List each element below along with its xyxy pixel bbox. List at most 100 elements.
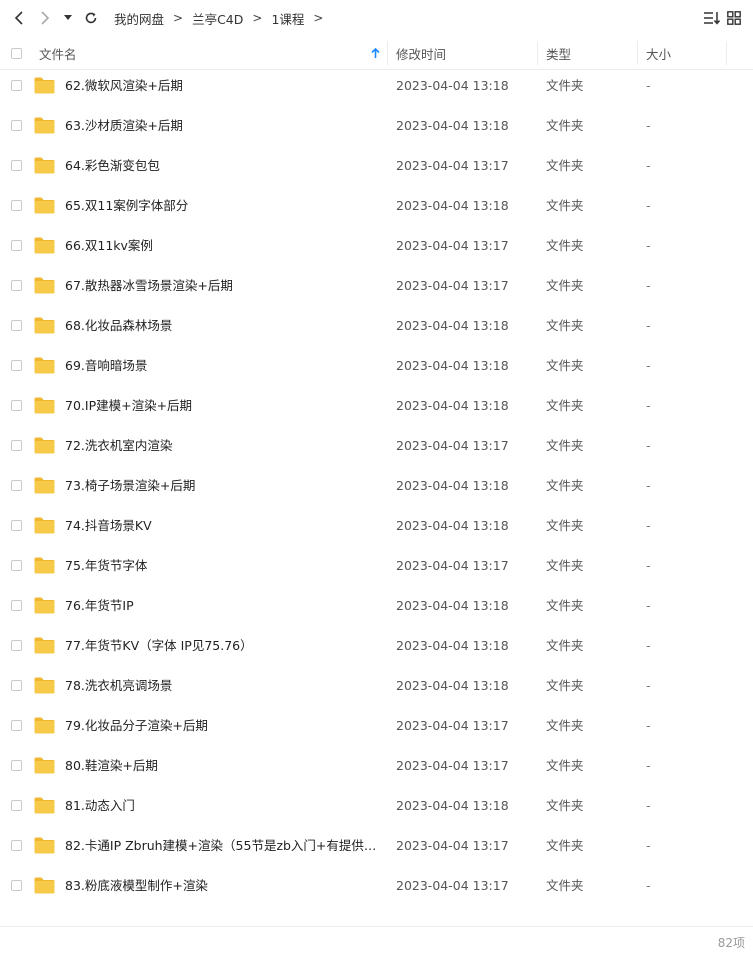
back-button[interactable]	[6, 0, 32, 36]
file-name[interactable]: 67.散热器冰雪场景渲染+后期	[65, 266, 233, 306]
file-row[interactable]: 64.彩色渐变包包 2023-04-04 13:17 文件夹 -	[0, 146, 753, 186]
file-list: 61.手机闪建模+渲染（适合基础感弱的同学） 2023-04-04 13:18 …	[0, 66, 753, 926]
column-modified-label: 修改时间	[396, 46, 447, 62]
view-grid-button[interactable]	[723, 0, 745, 36]
row-checkbox[interactable]	[11, 880, 22, 891]
folder-icon	[34, 677, 55, 694]
file-name[interactable]: 65.双11案例字体部分	[65, 186, 188, 226]
file-row[interactable]: 62.微软风渲染+后期 2023-04-04 13:18 文件夹 -	[0, 66, 753, 106]
file-row[interactable]: 83.粉底液模型制作+渲染 2023-04-04 13:17 文件夹 -	[0, 866, 753, 906]
row-checkbox[interactable]	[11, 520, 22, 531]
column-divider[interactable]	[387, 41, 388, 65]
column-divider[interactable]	[537, 41, 538, 65]
file-modified-time: 2023-04-04 13:18	[396, 678, 509, 693]
row-checkbox[interactable]	[11, 760, 22, 771]
column-type-label: 类型	[546, 46, 572, 62]
file-name[interactable]: 64.彩色渐变包包	[65, 146, 160, 186]
select-all-checkbox[interactable]	[11, 37, 22, 69]
file-row[interactable]: 68.化妆品森林场景 2023-04-04 13:18 文件夹 -	[0, 306, 753, 346]
file-name[interactable]: 72.洗衣机室内渲染	[65, 426, 172, 466]
file-modified-time: 2023-04-04 13:17	[396, 878, 509, 893]
sort-button[interactable]	[701, 0, 723, 36]
file-name[interactable]: 76.年货节IP	[65, 586, 134, 626]
file-name[interactable]: 77.年货节KV（字体 IP见75.76）	[65, 626, 253, 666]
file-row[interactable]: 67.散热器冰雪场景渲染+后期 2023-04-04 13:17 文件夹 -	[0, 266, 753, 306]
file-row[interactable]: 79.化妆品分子渲染+后期 2023-04-04 13:17 文件夹 -	[0, 706, 753, 746]
checkbox[interactable]	[11, 47, 22, 59]
row-checkbox[interactable]	[11, 640, 22, 651]
file-name[interactable]: 79.化妆品分子渲染+后期	[65, 706, 208, 746]
file-row[interactable]: 80.鞋渲染+后期 2023-04-04 13:17 文件夹 -	[0, 746, 753, 786]
column-type[interactable]: 类型	[546, 37, 631, 69]
file-row[interactable]: 73.椅子场景渲染+后期 2023-04-04 13:18 文件夹 -	[0, 466, 753, 506]
breadcrumb-item-folder[interactable]: 兰亭C4D	[192, 9, 243, 28]
file-row[interactable]: 76.年货节IP 2023-04-04 13:18 文件夹 -	[0, 586, 753, 626]
chevron-left-icon	[14, 11, 23, 25]
row-checkbox[interactable]	[11, 840, 22, 851]
row-checkbox[interactable]	[11, 400, 22, 411]
file-type: 文件夹	[546, 238, 584, 253]
file-modified-time: 2023-04-04 13:17	[396, 278, 509, 293]
column-name[interactable]: 文件名	[39, 37, 384, 69]
file-name[interactable]: 66.双11kv案例	[65, 226, 153, 266]
row-checkbox[interactable]	[11, 560, 22, 571]
column-divider[interactable]	[637, 41, 638, 65]
file-size: -	[646, 438, 651, 453]
file-row[interactable]: 81.动态入门 2023-04-04 13:18 文件夹 -	[0, 786, 753, 826]
row-checkbox[interactable]	[11, 600, 22, 611]
file-row[interactable]: 77.年货节KV（字体 IP见75.76） 2023-04-04 13:18 文…	[0, 626, 753, 666]
row-checkbox[interactable]	[11, 800, 22, 811]
file-name[interactable]: 81.动态入门	[65, 786, 135, 826]
file-name[interactable]: 62.微软风渲染+后期	[65, 66, 183, 106]
file-row[interactable]: 72.洗衣机室内渲染 2023-04-04 13:17 文件夹 -	[0, 426, 753, 466]
file-row[interactable]: 63.沙材质渲染+后期 2023-04-04 13:18 文件夹 -	[0, 106, 753, 146]
file-name[interactable]: 78.洗衣机亮调场景	[65, 666, 172, 706]
file-name[interactable]: 75.年货节字体	[65, 546, 147, 586]
column-size[interactable]: 大小	[646, 37, 726, 69]
file-name[interactable]: 70.IP建模+渲染+后期	[65, 386, 192, 426]
file-type: 文件夹	[546, 518, 584, 533]
file-row[interactable]: 66.双11kv案例 2023-04-04 13:17 文件夹 -	[0, 226, 753, 266]
file-name[interactable]: 83.粉底液模型制作+渲染	[65, 866, 208, 906]
file-modified-time: 2023-04-04 13:18	[396, 318, 509, 333]
file-name[interactable]: 82.卡通IP Zbruh建模+渲染（55节是zb入门+有提供软件...	[65, 826, 383, 866]
row-checkbox[interactable]	[11, 200, 22, 211]
file-row[interactable]: 69.音响暗场景 2023-04-04 13:18 文件夹 -	[0, 346, 753, 386]
breadcrumb-item-current[interactable]: 1课程	[271, 9, 304, 28]
file-row[interactable]: 75.年货节字体 2023-04-04 13:17 文件夹 -	[0, 546, 753, 586]
file-name[interactable]: 68.化妆品森林场景	[65, 306, 172, 346]
file-name[interactable]: 74.抖音场景KV	[65, 506, 152, 546]
row-checkbox[interactable]	[11, 720, 22, 731]
row-checkbox[interactable]	[11, 80, 22, 91]
file-name[interactable]: 73.椅子场景渲染+后期	[65, 466, 195, 506]
file-name[interactable]: 80.鞋渲染+后期	[65, 746, 158, 786]
breadcrumb-item-root[interactable]: 我的网盘	[114, 9, 164, 28]
row-checkbox[interactable]	[11, 160, 22, 171]
file-row[interactable]: 82.卡通IP Zbruh建模+渲染（55节是zb入门+有提供软件... 202…	[0, 826, 753, 866]
history-dropdown-button[interactable]	[58, 0, 78, 36]
file-size: -	[646, 398, 651, 413]
file-row[interactable]: 65.双11案例字体部分 2023-04-04 13:18 文件夹 -	[0, 186, 753, 226]
file-name[interactable]: 69.音响暗场景	[65, 346, 147, 386]
file-type: 文件夹	[546, 558, 584, 573]
refresh-button[interactable]	[78, 0, 104, 36]
column-divider[interactable]	[726, 41, 727, 65]
file-row[interactable]: 78.洗衣机亮调场景 2023-04-04 13:18 文件夹 -	[0, 666, 753, 706]
file-row[interactable]: 74.抖音场景KV 2023-04-04 13:18 文件夹 -	[0, 506, 753, 546]
row-checkbox[interactable]	[11, 240, 22, 251]
file-row[interactable]: 70.IP建模+渲染+后期 2023-04-04 13:18 文件夹 -	[0, 386, 753, 426]
row-checkbox[interactable]	[11, 480, 22, 491]
row-checkbox[interactable]	[11, 280, 22, 291]
sort-ascending-icon[interactable]	[371, 37, 380, 69]
file-name[interactable]: 63.沙材质渲染+后期	[65, 106, 183, 146]
row-checkbox[interactable]	[11, 320, 22, 331]
row-checkbox[interactable]	[11, 440, 22, 451]
file-size: -	[646, 118, 651, 133]
file-type: 文件夹	[546, 758, 584, 773]
row-checkbox[interactable]	[11, 680, 22, 691]
forward-button[interactable]	[32, 0, 58, 36]
row-checkbox[interactable]	[11, 360, 22, 371]
column-modified[interactable]: 修改时间	[396, 37, 531, 69]
file-modified-time: 2023-04-04 13:17	[396, 438, 509, 453]
row-checkbox[interactable]	[11, 120, 22, 131]
